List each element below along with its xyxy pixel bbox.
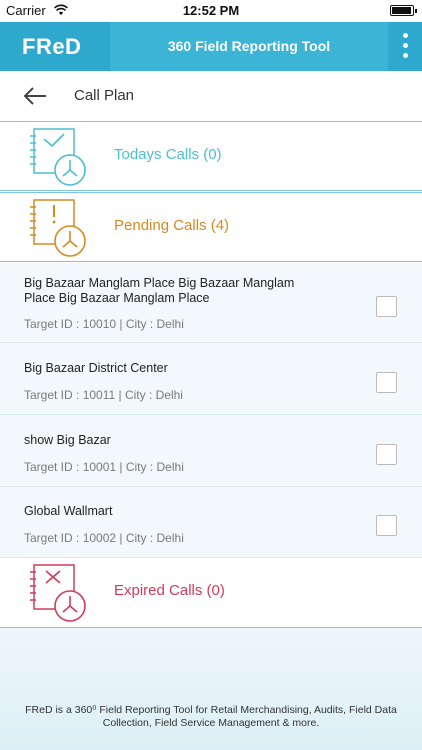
menu-dot-icon	[403, 53, 408, 58]
pending-calls-label: Pending Calls (4)	[114, 217, 230, 234]
page-title: Call Plan	[74, 87, 135, 104]
expired-calls-icon	[30, 564, 86, 622]
pending-calls-section[interactable]: Pending Calls (4)	[0, 192, 422, 262]
list-item[interactable]: Big Bazaar Manglam Place Big Bazaar Mang…	[0, 263, 422, 343]
todays-calls-label: Todays Calls (0)	[114, 146, 222, 163]
list-item[interactable]: Global Wallmart Target ID : 10002 | City…	[0, 487, 422, 558]
item-checkbox[interactable]	[376, 296, 397, 317]
battery-icon	[390, 5, 417, 16]
item-name: show Big Bazar	[24, 433, 111, 447]
back-arrow-icon[interactable]	[23, 87, 47, 105]
menu-dot-icon	[403, 33, 408, 38]
item-meta: Target ID : 10001 | City : Delhi	[24, 460, 184, 474]
expired-calls-label: Expired Calls (0)	[114, 582, 225, 599]
item-name: Big Bazaar Manglam Place Big Bazaar Mang…	[24, 276, 295, 305]
page-toolbar: Call Plan	[0, 71, 422, 122]
menu-dot-icon	[403, 43, 408, 48]
item-checkbox[interactable]	[376, 444, 397, 465]
overflow-menu-button[interactable]	[388, 22, 422, 71]
todays-calls-section[interactable]: Todays Calls (0)	[0, 121, 422, 191]
item-name: Big Bazaar District Center	[24, 361, 168, 375]
status-bar: Carrier 12:52 PM	[0, 0, 422, 22]
footer: FReD is a 360⁰ Field Reporting Tool for …	[0, 628, 422, 750]
footer-text: FReD is a 360⁰ Field Reporting Tool for …	[25, 704, 397, 729]
pending-calls-icon	[30, 199, 86, 257]
list-item[interactable]: show Big Bazar Target ID : 10001 | City …	[0, 415, 422, 487]
app-logo: FReD	[0, 22, 110, 71]
item-meta: Target ID : 10002 | City : Delhi	[24, 531, 184, 545]
expired-calls-section[interactable]: Expired Calls (0)	[0, 558, 422, 628]
app-header: FReD 360 Field Reporting Tool	[0, 22, 422, 71]
item-meta: Target ID : 10011 | City : Delhi	[24, 388, 183, 402]
item-meta: Target ID : 10010 | City : Delhi	[24, 317, 184, 331]
item-checkbox[interactable]	[376, 372, 397, 393]
item-checkbox[interactable]	[376, 515, 397, 536]
item-name: Global Wallmart	[24, 504, 113, 518]
list-item[interactable]: Big Bazaar District Center Target ID : 1…	[0, 343, 422, 415]
app-title: 360 Field Reporting Tool	[110, 22, 388, 71]
clock: 12:52 PM	[182, 3, 240, 18]
todays-calls-icon	[30, 128, 86, 186]
